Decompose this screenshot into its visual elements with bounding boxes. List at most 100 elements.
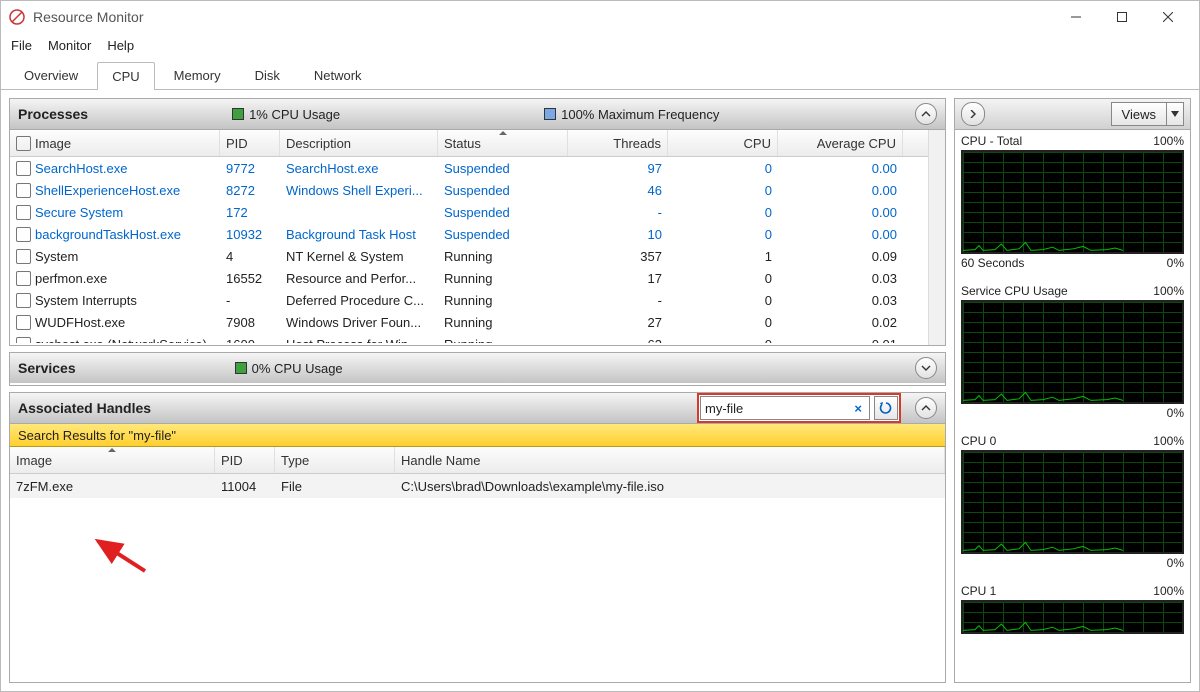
- chart-title: CPU 1: [961, 584, 996, 598]
- collapse-icon[interactable]: [915, 103, 937, 125]
- tab-disk[interactable]: Disk: [240, 61, 295, 89]
- row-checkbox[interactable]: [16, 293, 31, 308]
- cpu-usage-label: 1% CPU Usage: [249, 107, 340, 122]
- table-row[interactable]: svchost.exe (NetworkService)1600Host Pro…: [10, 333, 945, 343]
- left-pane: Processes 1% CPU Usage 100% Maximum Freq…: [9, 98, 946, 683]
- tab-memory[interactable]: Memory: [159, 61, 236, 89]
- handle-name: C:\Users\brad\Downloads\example\my-file.…: [395, 479, 945, 494]
- services-header[interactable]: Services 0% CPU Usage: [10, 353, 945, 383]
- table-row[interactable]: backgroundTaskHost.exe10932Background Ta…: [10, 223, 945, 245]
- table-row[interactable]: perfmon.exe16552Resource and Perfor...Ru…: [10, 267, 945, 289]
- handles-table: Image PID Type Handle Name 7zFM.exe 1100…: [10, 447, 945, 682]
- col-avg-cpu[interactable]: Average CPU: [778, 130, 903, 156]
- table-row[interactable]: WUDFHost.exe7908Windows Driver Foun...Ru…: [10, 311, 945, 333]
- col-cpu[interactable]: CPU: [668, 130, 778, 156]
- table-row[interactable]: System Interrupts-Deferred Procedure C..…: [10, 289, 945, 311]
- menu-help[interactable]: Help: [107, 38, 134, 53]
- col-pid[interactable]: PID: [220, 130, 280, 156]
- services-title: Services: [18, 360, 76, 376]
- window: Resource Monitor File Monitor Help Overv…: [0, 0, 1200, 692]
- charts-area: CPU - Total 100% 60 Seconds 0% Service CPU U…: [955, 130, 1190, 682]
- close-button[interactable]: [1145, 1, 1191, 33]
- row-checkbox[interactable]: [16, 205, 31, 220]
- services-cpu-icon: [235, 362, 247, 374]
- expand-icon[interactable]: [915, 357, 937, 379]
- content-area: Processes 1% CPU Usage 100% Maximum Freq…: [1, 90, 1199, 691]
- chart-title: Service CPU Usage: [961, 284, 1068, 298]
- handles-columns: Image PID Type Handle Name: [10, 447, 945, 474]
- processes-panel: Processes 1% CPU Usage 100% Maximum Freq…: [9, 98, 946, 346]
- processes-header[interactable]: Processes 1% CPU Usage 100% Maximum Freq…: [10, 99, 945, 130]
- title-bar: Resource Monitor: [1, 1, 1199, 33]
- maximize-button[interactable]: [1099, 1, 1145, 33]
- row-checkbox[interactable]: [16, 315, 31, 330]
- processes-table: Image PID Description Status Threads CPU…: [10, 130, 945, 345]
- col-threads[interactable]: Threads: [568, 130, 668, 156]
- chart-xlabel: 60 Seconds: [961, 256, 1024, 270]
- hcol-image[interactable]: Image: [10, 447, 215, 473]
- hcol-handle-name[interactable]: Handle Name: [395, 447, 945, 473]
- processes-body[interactable]: SearchHost.exe9772SearchHost.exeSuspende…: [10, 157, 945, 343]
- tab-network[interactable]: Network: [299, 61, 377, 89]
- nav-forward-button[interactable]: [961, 102, 985, 126]
- col-status[interactable]: Status: [438, 130, 568, 156]
- chart-max: 100%: [1153, 584, 1184, 598]
- row-checkbox[interactable]: [16, 183, 31, 198]
- handles-search: my-file ×: [697, 393, 901, 423]
- right-pane: Views CPU - Total 100% 60 Seconds 0% Service…: [954, 98, 1191, 683]
- handles-panel: Associated Handles my-file × Search Resu…: [9, 392, 946, 683]
- handles-header[interactable]: Associated Handles my-file ×: [10, 393, 945, 424]
- menu-bar: File Monitor Help: [1, 33, 1199, 57]
- chart-max: 100%: [1153, 434, 1184, 448]
- chart-canvas: [961, 600, 1184, 634]
- chart-max: 100%: [1153, 134, 1184, 148]
- handles-collapse-icon[interactable]: [915, 397, 937, 419]
- search-input[interactable]: my-file ×: [700, 396, 870, 420]
- minimize-button[interactable]: [1053, 1, 1099, 33]
- chart-min: 0%: [1167, 256, 1184, 270]
- table-row[interactable]: ShellExperienceHost.exe8272Windows Shell…: [10, 179, 945, 201]
- right-toolbar: Views: [955, 99, 1190, 130]
- refresh-search-icon: [879, 401, 893, 415]
- table-row[interactable]: System4NT Kernel & SystemRunning35710.09: [10, 245, 945, 267]
- handles-title: Associated Handles: [18, 400, 151, 416]
- handle-type: File: [275, 479, 395, 494]
- tab-cpu[interactable]: CPU: [97, 62, 154, 90]
- views-dropdown-icon[interactable]: [1167, 102, 1184, 126]
- select-all-checkbox[interactable]: [16, 136, 31, 151]
- hcol-type[interactable]: Type: [275, 447, 395, 473]
- views-button[interactable]: Views: [1111, 102, 1167, 126]
- search-results-bar: Search Results for "my-file": [10, 424, 945, 447]
- table-row[interactable]: 7zFM.exe 11004 File C:\Users\brad\Downlo…: [10, 474, 945, 498]
- scrollbar[interactable]: [928, 130, 945, 345]
- chart-canvas: [961, 150, 1184, 254]
- col-image[interactable]: Image: [10, 130, 220, 156]
- services-panel: Services 0% CPU Usage: [9, 352, 946, 386]
- tab-overview[interactable]: Overview: [9, 61, 93, 89]
- handles-body: 7zFM.exe 11004 File C:\Users\brad\Downlo…: [10, 474, 945, 498]
- clear-search-icon[interactable]: ×: [851, 401, 865, 416]
- tab-bar: Overview CPU Memory Disk Network: [1, 57, 1199, 90]
- chart-max: 100%: [1153, 284, 1184, 298]
- row-checkbox[interactable]: [16, 227, 31, 242]
- chart-min: 0%: [1167, 556, 1184, 570]
- window-title: Resource Monitor: [33, 9, 1053, 25]
- table-row[interactable]: SearchHost.exe9772SearchHost.exeSuspende…: [10, 157, 945, 179]
- menu-monitor[interactable]: Monitor: [48, 38, 91, 53]
- chart-canvas: [961, 450, 1184, 554]
- chart-title: CPU 0: [961, 434, 996, 448]
- row-checkbox[interactable]: [16, 161, 31, 176]
- app-icon: [9, 9, 25, 25]
- row-checkbox[interactable]: [16, 337, 31, 344]
- col-description[interactable]: Description: [280, 130, 438, 156]
- row-checkbox[interactable]: [16, 271, 31, 286]
- search-button[interactable]: [874, 396, 898, 420]
- cpu-usage-icon: [232, 108, 244, 120]
- chart-title: CPU - Total: [961, 134, 1022, 148]
- hcol-pid[interactable]: PID: [215, 447, 275, 473]
- row-checkbox[interactable]: [16, 249, 31, 264]
- menu-file[interactable]: File: [11, 38, 32, 53]
- chart-2: CPU 0 100% 0%: [961, 434, 1184, 570]
- handle-image: 7zFM.exe: [10, 479, 215, 494]
- table-row[interactable]: Secure System172Suspended-00.00: [10, 201, 945, 223]
